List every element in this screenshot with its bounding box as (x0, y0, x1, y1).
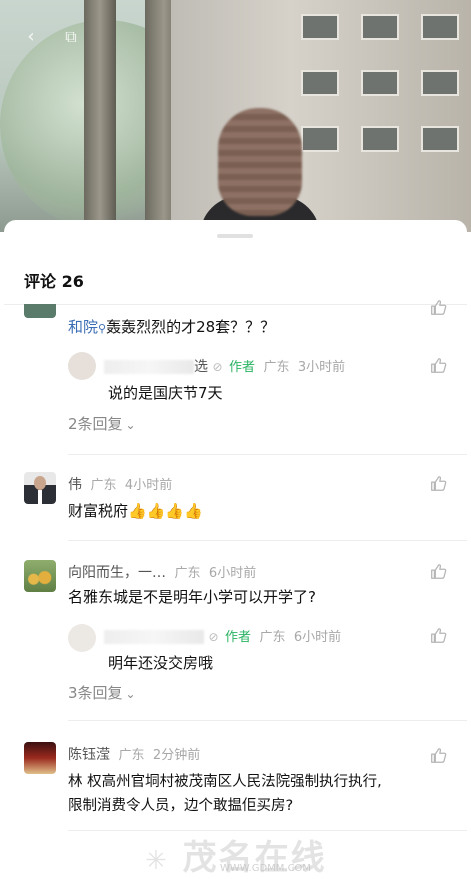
blurred-username (104, 360, 194, 374)
divider (68, 540, 467, 541)
watermark-url: WWW.GDMM.COM (220, 863, 312, 874)
author-badge: 作者 (224, 630, 251, 645)
minimize-window-icon[interactable]: ⧉ (60, 26, 82, 48)
pixelated-face (218, 108, 302, 216)
like-icon[interactable] (429, 562, 449, 582)
like-icon[interactable] (429, 746, 449, 766)
reply-author[interactable]: ⊘ 作者 广东 6小时前 (104, 626, 341, 645)
tree-trunk (84, 0, 116, 232)
verified-icon: ⊘ (208, 630, 219, 644)
chevron-down-icon: ⌄ (125, 418, 136, 432)
video-background: ‹ ⧉ (0, 0, 471, 232)
view-replies-link[interactable]: 3条回复 ⌄ (68, 682, 136, 703)
watermark-logo-icon: ✳ (145, 846, 169, 876)
view-replies-link[interactable]: 2条回复 ⌄ (68, 413, 136, 434)
avatar[interactable] (24, 472, 56, 504)
chevron-down-icon: ⌄ (125, 687, 136, 701)
blurred-person (200, 100, 320, 232)
comments-title: 评论 26 (24, 272, 84, 291)
comment-author[interactable]: 伟 广东 4小时前 (68, 474, 172, 494)
author-badge: 作者 (228, 360, 255, 375)
divider (68, 454, 467, 455)
avatar[interactable] (24, 304, 56, 318)
reply-text: 说的是国庆节7天 (108, 384, 223, 402)
reply-author[interactable]: 选 ⊘ 作者 广东 3小时前 (104, 356, 345, 376)
divider (68, 720, 467, 721)
drag-handle[interactable] (217, 234, 253, 238)
like-icon[interactable] (429, 626, 449, 646)
comment-count: 26 (61, 272, 84, 291)
divider (4, 304, 467, 305)
comment-text: 限制消费令人员，边个敢揾佢买房? (68, 798, 294, 814)
like-icon[interactable] (429, 298, 449, 318)
reply-avatar[interactable] (68, 352, 96, 380)
comment-author[interactable]: 陈钰滢 广东 2分钟前 (68, 744, 200, 764)
avatar[interactable] (24, 742, 56, 774)
comment-text: 林 权高州官垌村被茂南区人民法院强制执行执行, (68, 774, 382, 790)
back-icon[interactable]: ‹ (20, 26, 42, 48)
reply-avatar[interactable] (68, 624, 96, 652)
reply-text: 明年还没交房哦 (108, 654, 214, 672)
search-icon: ⚲ (98, 322, 107, 335)
comment-text: 和院⚲轰轰烈烈的才28套？？？ (68, 318, 276, 336)
verified-icon: ⊘ (212, 360, 223, 374)
hashtag-link[interactable]: 和院 (68, 318, 98, 336)
comments-sheet: 评论 26 和院⚲轰轰烈烈的才28套？？？ 选 ⊘ 作者 广东 3小时前 说的是… (4, 220, 467, 877)
avatar[interactable] (24, 560, 56, 592)
comment-text: 财富税府👍👍👍👍 (68, 502, 203, 520)
comment-text: 名雅东城是不是明年小学可以开学了? (68, 588, 316, 606)
blurred-username (104, 630, 204, 644)
like-icon[interactable] (429, 474, 449, 494)
comment-author[interactable]: 向阳而生，一… 广东 6小时前 (68, 562, 256, 582)
like-icon[interactable] (429, 356, 449, 376)
